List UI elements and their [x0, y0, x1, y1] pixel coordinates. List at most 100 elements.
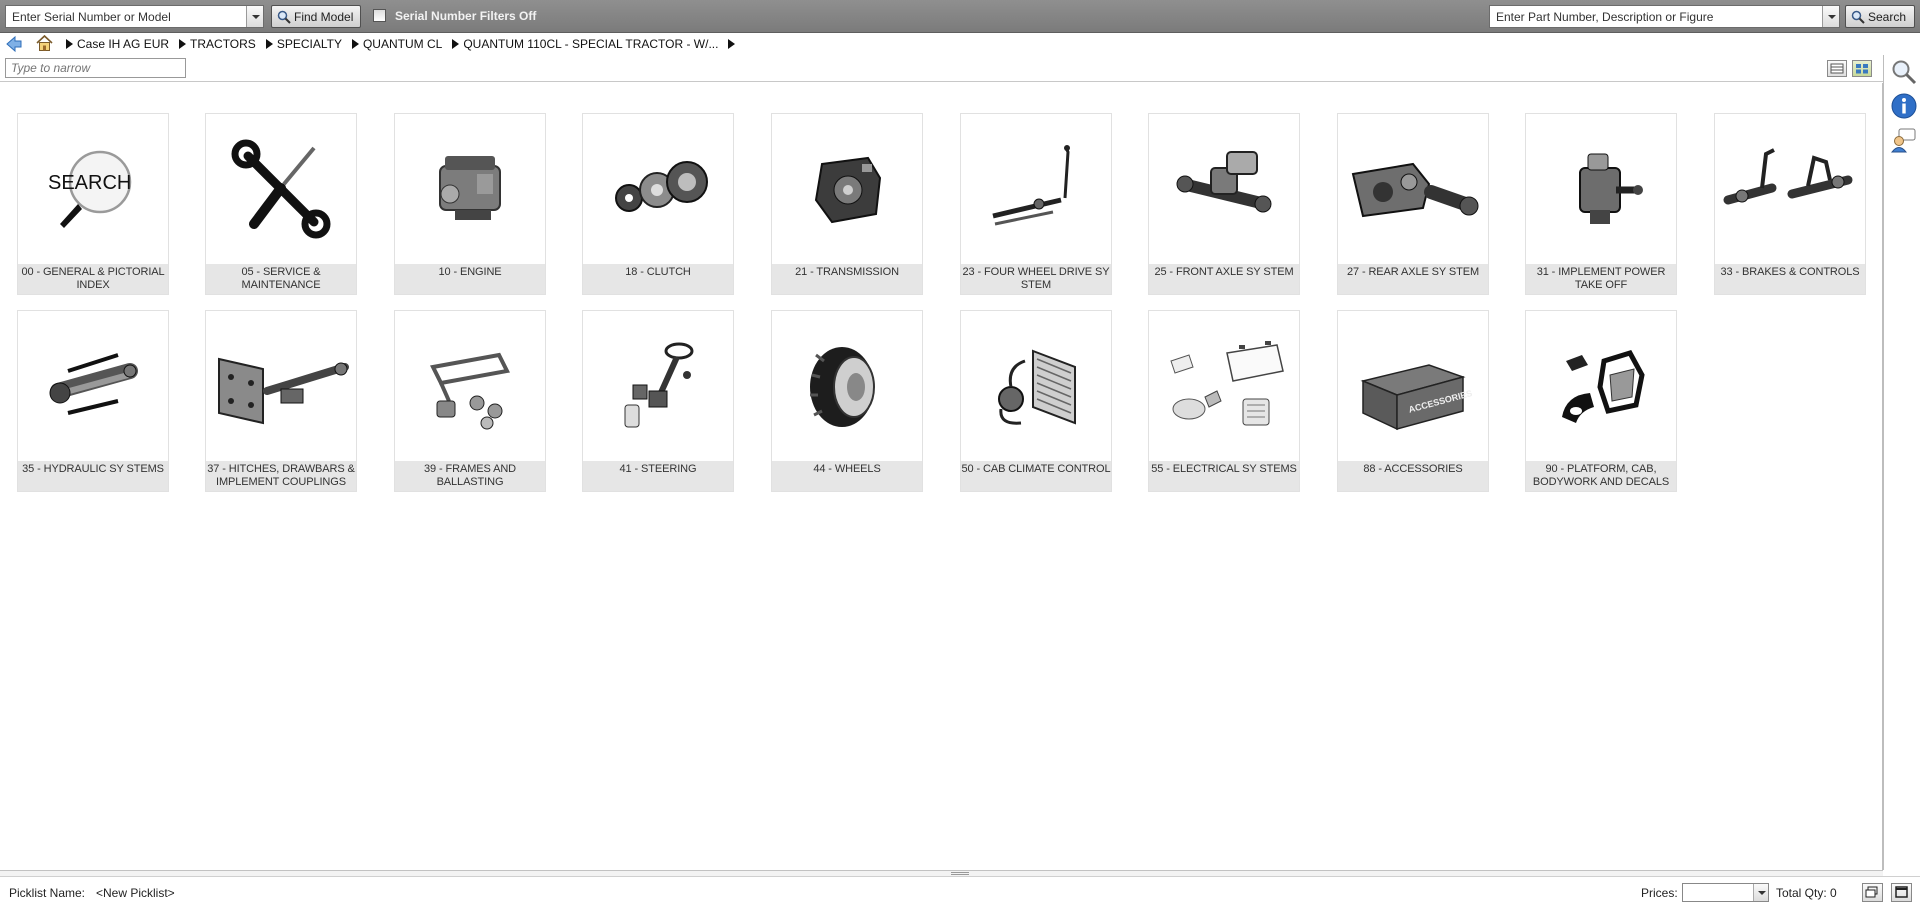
- category-tile-39[interactable]: 39 - FRAMES AND BALLASTING: [394, 310, 546, 492]
- back-arrow-icon[interactable]: [5, 35, 23, 53]
- prices-label: Prices:: [1641, 886, 1678, 900]
- grid-view-button[interactable]: [1852, 60, 1872, 77]
- category-tile-10[interactable]: 10 - ENGINE: [394, 113, 546, 295]
- category-label: 21 - TRANSMISSION: [772, 264, 922, 294]
- category-tile-31[interactable]: 31 - IMPLEMENT POWER TAKE OFF: [1525, 113, 1677, 295]
- breadcrumb: Case IH AG EUR TRACTORS SPECIALTY QUANTU…: [0, 33, 1920, 55]
- find-model-button[interactable]: Find Model: [271, 5, 361, 28]
- transmission-icon: [814, 156, 882, 224]
- category-tile-18[interactable]: 18 - CLUTCH: [582, 113, 734, 295]
- serial-dropdown-arrow[interactable]: [246, 6, 263, 27]
- part-dropdown-arrow[interactable]: [1822, 6, 1839, 27]
- picklist-bar: Picklist Name: <New Picklist> Prices: To…: [0, 876, 1920, 906]
- category-tile-23[interactable]: 23 - FOUR WHEEL DRIVE SY STEM: [960, 113, 1112, 295]
- engine-icon: [439, 156, 501, 220]
- four-wheel-drive-icon: [992, 145, 1070, 226]
- breadcrumb-trail: Case IH AG EUR TRACTORS SPECIALTY QUANTU…: [66, 37, 736, 51]
- magnifier-icon: [1851, 10, 1865, 24]
- breadcrumb-arrow-icon: [351, 39, 359, 49]
- breadcrumb-label: QUANTUM CL: [362, 37, 443, 51]
- category-tile-41[interactable]: 41 - STEERING: [582, 310, 734, 492]
- restore-icon: [1865, 886, 1878, 898]
- brakes-icon: [1723, 148, 1853, 205]
- category-label: 23 - FOUR WHEEL DRIVE SY STEM: [961, 264, 1111, 294]
- maximize-icon: [1895, 886, 1908, 898]
- prices-select[interactable]: [1682, 883, 1769, 902]
- serial-filter-checkbox[interactable]: [373, 9, 386, 22]
- breadcrumb-next-arrow-icon[interactable]: [728, 39, 736, 49]
- category-label: 35 - HYDRAULIC SY STEMS: [18, 461, 168, 491]
- electrical-icon: [1170, 341, 1284, 426]
- grid-view-icon: [1856, 64, 1868, 74]
- category-tile-00[interactable]: SEARCH 00 - GENERAL & PICTORIAL INDEX: [17, 113, 169, 295]
- cab-icon: [1562, 350, 1645, 423]
- category-label: 50 - CAB CLIMATE CONTROL: [961, 461, 1111, 491]
- category-tile-90[interactable]: 90 - PLATFORM, CAB, BODYWORK AND DECALS: [1525, 310, 1677, 492]
- serial-model-placeholder: Enter Serial Number or Model: [12, 10, 171, 24]
- home-icon[interactable]: [35, 34, 54, 52]
- filter-bar: [0, 55, 1883, 82]
- category-label: 39 - FRAMES AND BALLASTING: [395, 461, 545, 491]
- category-tile-37[interactable]: 37 - HITCHES, DRAWBARS & IMPLEMENT COUPL…: [205, 310, 357, 492]
- category-label: 41 - STEERING: [583, 461, 733, 491]
- category-tile-50[interactable]: 50 - CAB CLIMATE CONTROL: [960, 310, 1112, 492]
- category-label: 00 - GENERAL & PICTORIAL INDEX: [18, 264, 168, 294]
- breadcrumb-arrow-icon: [265, 39, 273, 49]
- front-axle-icon: [1176, 151, 1272, 213]
- pto-icon: [1579, 153, 1643, 224]
- search-panel-icon[interactable]: [1891, 59, 1917, 85]
- rear-axle-icon: [1351, 162, 1479, 218]
- category-tile-25[interactable]: 25 - FRONT AXLE SY STEM: [1148, 113, 1300, 295]
- category-label: 88 - ACCESSORIES: [1338, 461, 1488, 491]
- restore-window-button[interactable]: [1862, 883, 1883, 902]
- category-tile-05[interactable]: 05 - SERVICE & MAINTENANCE: [205, 113, 357, 295]
- category-tile-21[interactable]: 21 - TRANSMISSION: [771, 113, 923, 295]
- part-search-placeholder: Enter Part Number, Description or Figure: [1496, 10, 1714, 24]
- climate-icon: [998, 349, 1076, 425]
- category-tile-44[interactable]: 44 - WHEELS: [771, 310, 923, 492]
- category-label: 27 - REAR AXLE SY STEM: [1338, 264, 1488, 294]
- category-label: 10 - ENGINE: [395, 264, 545, 294]
- splitter-grip-icon[interactable]: [951, 872, 969, 875]
- category-label: 37 - HITCHES, DRAWBARS & IMPLEMENT COUPL…: [206, 461, 356, 491]
- find-model-label: Find Model: [294, 10, 354, 24]
- category-grid: SEARCH 00 - GENERAL & PICTORIAL INDEX 05…: [0, 83, 1883, 870]
- prices-dropdown-arrow[interactable]: [1753, 884, 1768, 901]
- list-view-icon: [1830, 63, 1844, 74]
- serial-model-input[interactable]: Enter Serial Number or Model: [5, 5, 264, 28]
- breadcrumb-item-series[interactable]: QUANTUM CL: [351, 37, 443, 51]
- category-tile-88[interactable]: ACCESSORIES 88 - ACCESSORIES: [1337, 310, 1489, 492]
- breadcrumb-label: QUANTUM 110CL - SPECIAL TRACTOR - W/...: [463, 37, 719, 51]
- part-search-input[interactable]: Enter Part Number, Description or Figure: [1489, 5, 1840, 28]
- total-qty: Total Qty: 0: [1776, 886, 1837, 900]
- category-label: 25 - FRONT AXLE SY STEM: [1149, 264, 1299, 294]
- breadcrumb-label: SPECIALTY: [276, 37, 342, 51]
- breadcrumb-item-tractors[interactable]: TRACTORS: [179, 37, 256, 51]
- category-tile-35[interactable]: 35 - HYDRAULIC SY STEMS: [17, 310, 169, 492]
- maximize-window-button[interactable]: [1891, 883, 1912, 902]
- breadcrumb-arrow-icon: [179, 39, 187, 49]
- picklist-name-value[interactable]: <New Picklist>: [96, 886, 175, 900]
- steering-icon: [624, 342, 694, 428]
- breadcrumb-item-model[interactable]: QUANTUM 110CL - SPECIAL TRACTOR - W/...: [452, 37, 718, 51]
- category-tile-33[interactable]: 33 - BRAKES & CONTROLS: [1714, 113, 1866, 295]
- frame-icon: [430, 352, 510, 430]
- category-label: 18 - CLUTCH: [583, 264, 733, 294]
- search-button[interactable]: Search: [1845, 5, 1915, 28]
- magnifier-icon: [277, 10, 291, 24]
- list-view-button[interactable]: [1827, 60, 1847, 77]
- breadcrumb-item-specialty[interactable]: SPECIALTY: [265, 37, 342, 51]
- wheel-icon: [810, 347, 875, 427]
- info-icon[interactable]: [1891, 93, 1917, 119]
- category-tile-55[interactable]: 55 - ELECTRICAL SY STEMS: [1148, 310, 1300, 492]
- wrench-screwdriver-icon: [231, 139, 331, 239]
- category-tile-27[interactable]: 27 - REAR AXLE SY STEM: [1337, 113, 1489, 295]
- chat-user-icon[interactable]: [1891, 127, 1917, 153]
- breadcrumb-item-brand[interactable]: Case IH AG EUR: [66, 37, 169, 51]
- category-label: 90 - PLATFORM, CAB, BODYWORK AND DECALS: [1526, 461, 1676, 491]
- hitch-icon: [218, 357, 349, 425]
- breadcrumb-arrow-icon: [66, 39, 73, 49]
- category-label: 33 - BRAKES & CONTROLS: [1715, 264, 1865, 294]
- category-label: 31 - IMPLEMENT POWER TAKE OFF: [1526, 264, 1676, 294]
- narrow-input[interactable]: [5, 58, 186, 78]
